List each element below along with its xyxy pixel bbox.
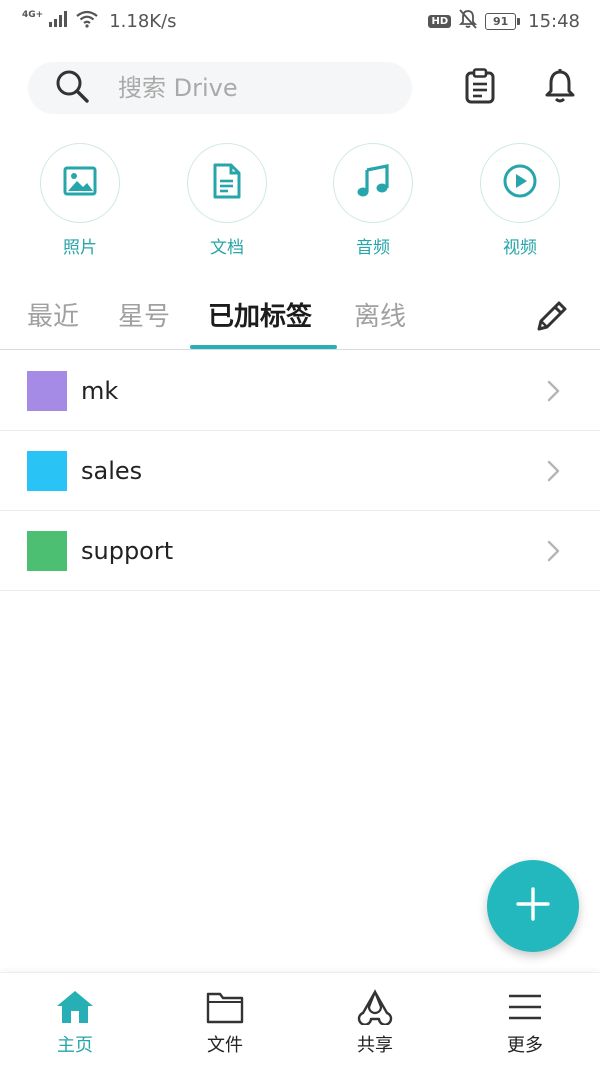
wifi-icon — [75, 10, 99, 33]
nav-label: 共享 — [357, 1035, 393, 1056]
label-color-swatch — [27, 370, 67, 411]
nav-more[interactable]: 更多 — [475, 987, 575, 1057]
category-label: 视频 — [503, 238, 537, 258]
battery-icon: 91 — [485, 12, 521, 30]
active-tab-indicator — [190, 345, 337, 349]
search-row — [28, 61, 600, 115]
notifications-button[interactable] — [542, 69, 578, 107]
network-speed: 1.18K/s — [109, 10, 177, 32]
label-name: mk — [81, 376, 119, 405]
play-circle-icon — [502, 163, 538, 203]
label-name: sales — [81, 456, 143, 485]
signal-icon — [49, 10, 69, 32]
clock: 15:48 — [528, 10, 580, 32]
category-video[interactable]: 视频 — [470, 143, 570, 258]
category-label: 文档 — [210, 238, 244, 258]
music-note-icon — [356, 164, 390, 202]
tab-starred[interactable]: 星号 — [118, 296, 170, 348]
nav-label: 文件 — [207, 1035, 243, 1056]
category-label: 照片 — [63, 238, 97, 258]
chevron-right-icon — [544, 459, 562, 483]
mute-notification-icon — [458, 8, 478, 34]
clipboard-button[interactable] — [462, 68, 498, 108]
category-shortcuts: 照片 文档 音频 视频 — [0, 143, 600, 263]
label-color-swatch — [27, 530, 67, 571]
category-label: 音频 — [356, 238, 390, 258]
folder-icon — [205, 987, 245, 1027]
nav-label: 主页 — [57, 1035, 93, 1056]
nav-home[interactable]: 主页 — [25, 987, 125, 1057]
share-icon — [355, 987, 395, 1027]
chevron-right-icon — [544, 539, 562, 563]
search-icon — [54, 68, 90, 108]
label-name: support — [81, 536, 174, 565]
clipboard-icon — [465, 68, 495, 108]
tab-recent[interactable]: 最近 — [27, 296, 79, 348]
search-box[interactable] — [28, 62, 412, 114]
add-fab-button[interactable] — [487, 860, 579, 952]
edit-labels-button[interactable] — [532, 298, 572, 338]
category-photos[interactable]: 照片 — [30, 143, 130, 258]
category-documents[interactable]: 文档 — [177, 143, 277, 258]
list-item[interactable]: sales — [0, 431, 600, 511]
menu-icon — [505, 987, 545, 1027]
status-bar: 4G+ 1.18K/s HD 91 15:48 — [0, 0, 600, 42]
pencil-icon — [535, 299, 569, 337]
tab-bar: 最近 星号 已加标签 离线 — [0, 290, 600, 350]
tab-offline[interactable]: 离线 — [354, 296, 406, 348]
chevron-right-icon — [544, 379, 562, 403]
home-icon — [55, 987, 95, 1027]
plus-icon — [515, 886, 551, 926]
hd-badge: HD — [428, 14, 452, 28]
nav-label: 更多 — [507, 1035, 543, 1056]
bell-icon — [544, 68, 576, 108]
document-icon — [212, 163, 242, 203]
label-list: mk sales support — [0, 351, 600, 591]
list-item[interactable]: mk — [0, 351, 600, 431]
bottom-navigation: 主页 文件 共享 更多 — [0, 972, 600, 1066]
nav-shared[interactable]: 共享 — [325, 987, 425, 1057]
nav-files[interactable]: 文件 — [175, 987, 275, 1057]
list-item[interactable]: support — [0, 511, 600, 591]
image-icon — [63, 166, 97, 200]
network-type: 4G+ — [22, 10, 44, 20]
battery-level: 91 — [485, 12, 517, 30]
category-audio[interactable]: 音频 — [323, 143, 423, 258]
search-input[interactable] — [118, 74, 378, 102]
tab-labeled[interactable]: 已加标签 — [208, 296, 312, 348]
label-color-swatch — [27, 450, 67, 491]
